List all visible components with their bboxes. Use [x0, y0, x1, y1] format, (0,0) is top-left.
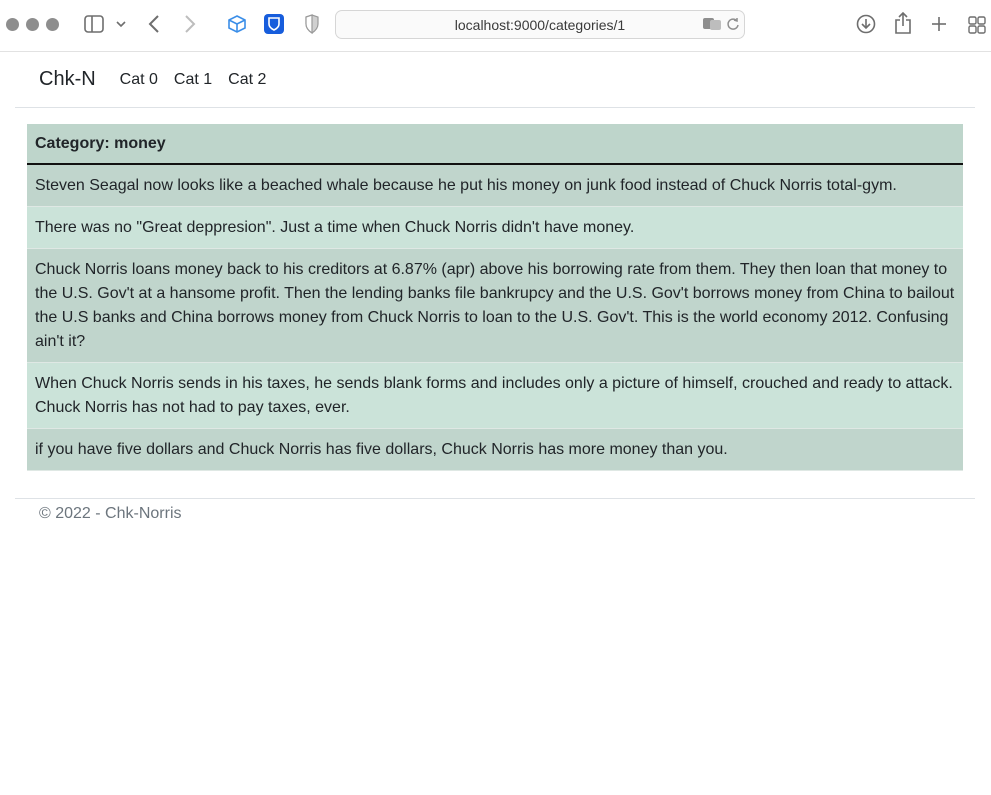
sidebar-toggle-icon[interactable] — [84, 15, 104, 33]
share-icon[interactable] — [894, 12, 912, 34]
downloads-icon[interactable] — [856, 14, 876, 34]
new-tab-icon[interactable] — [931, 16, 947, 32]
brand-link[interactable]: Chk-N — [39, 68, 96, 91]
url-text: localhost:9000/categories/1 — [454, 16, 626, 33]
nav-link-cat-1[interactable]: Cat 1 — [174, 71, 212, 89]
address-bar[interactable]: localhost:9000/categories/1 — [335, 10, 745, 39]
reload-icon[interactable] — [726, 17, 740, 34]
joke-row: if you have five dollars and Chuck Norri… — [27, 429, 963, 471]
joke-row: There was no "Great deppresion". Just a … — [27, 207, 963, 249]
joke-row: Chuck Norris loans money back to his cre… — [27, 249, 963, 363]
jokes-table: Category: money Steven Seagal now looks … — [27, 124, 963, 471]
tab-overview-icon[interactable] — [968, 16, 986, 34]
site-navbar: Chk-N Cat 0 Cat 1 Cat 2 — [15, 52, 975, 108]
close-window-button[interactable] — [6, 18, 19, 31]
forward-icon[interactable] — [183, 14, 197, 34]
footer-copyright: © 2022 - Chk-Norris — [39, 505, 182, 522]
browser-toolbar: localhost:9000/categories/1 — [0, 0, 991, 52]
privacy-shield-icon[interactable] — [303, 14, 321, 34]
cube-extension-icon[interactable] — [227, 14, 247, 34]
joke-row: Steven Seagal now looks like a beached w… — [27, 165, 963, 207]
category-header: Category: money — [27, 124, 963, 165]
nav-link-cat-2[interactable]: Cat 2 — [228, 71, 266, 89]
back-icon[interactable] — [147, 14, 161, 34]
joke-row: When Chuck Norris sends in his taxes, he… — [27, 363, 963, 429]
minimize-window-button[interactable] — [26, 18, 39, 31]
site-footer: © 2022 - Chk-Norris — [15, 498, 975, 526]
translate-icon[interactable] — [702, 17, 722, 34]
chevron-down-icon[interactable] — [116, 19, 126, 29]
nav-link-cat-0[interactable]: Cat 0 — [120, 71, 158, 89]
zoom-window-button[interactable] — [46, 18, 59, 31]
bitwarden-shield-icon[interactable] — [264, 14, 284, 34]
